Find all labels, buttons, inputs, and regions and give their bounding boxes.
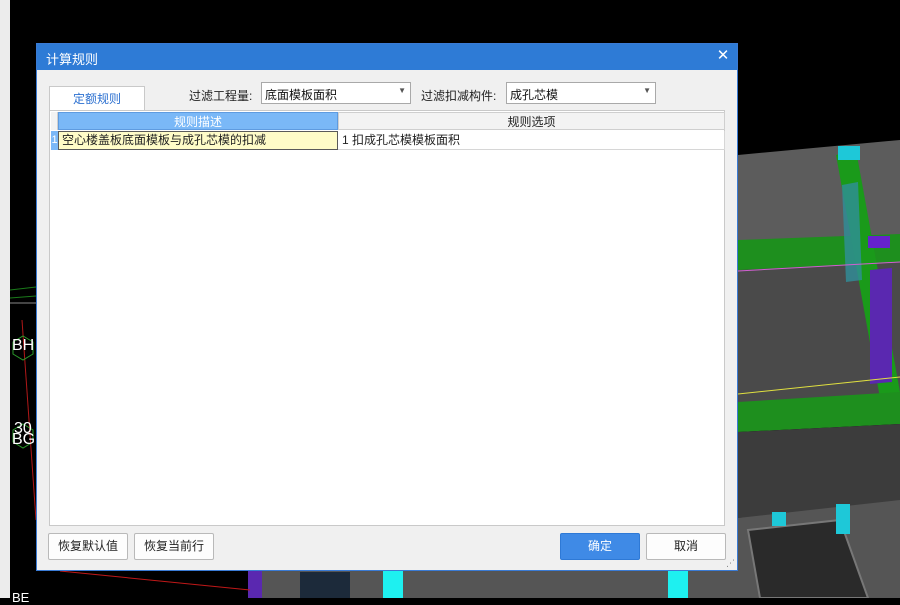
filter-component-value: 成孔芯模 [510,88,559,102]
row-number[interactable]: 1 [51,131,58,150]
bg-label-bg: BG [12,431,36,448]
dialog-title: 计算规则 [46,52,99,67]
column-header-description[interactable]: 规则描述 [58,112,338,130]
restore-default-button[interactable]: 恢复默认值 [48,533,128,560]
chevron-down-icon: ▼ [398,86,406,95]
filter-quantity-label: 过滤工程量: [189,89,253,103]
resize-grip-icon[interactable]: ⋰ [726,558,735,569]
filter-component-select[interactable]: 成孔芯模 ▼ [506,82,656,104]
chevron-down-icon: ▼ [643,86,651,95]
filter-quantity-select[interactable]: 底面模板面积 ▼ [261,82,411,104]
filter-component-label: 过滤扣减构件: [421,89,497,103]
rule-description-cell[interactable]: 空心楼盖板底面模板与成孔芯模的扣减 [58,131,338,150]
grid-corner [51,112,58,130]
rules-grid: 规则描述 规则选项 1 空心楼盖板底面模板与成孔芯模的扣减 1 扣成孔芯模模板面… [49,110,725,526]
bg-label-bh: BH [12,337,35,354]
ok-button[interactable]: 确定 [560,533,640,560]
cancel-button[interactable]: 取消 [646,533,726,560]
restore-current-row-button[interactable]: 恢复当前行 [134,533,214,560]
tab-quota-rules[interactable]: 定额规则 [49,86,145,111]
calc-rules-dialog: 计算规则 ✕ 定额规则 过滤工程量: 底面模板面积 ▼ 过滤扣减构件: 成孔芯模… [36,43,738,571]
column-header-option[interactable]: 规则选项 [338,112,725,130]
dialog-titlebar[interactable]: 计算规则 ✕ [37,44,737,70]
rule-option-cell[interactable]: 1 扣成孔芯模模板面积 [338,131,725,150]
filter-quantity-value: 底面模板面积 [265,88,338,102]
close-icon[interactable]: ✕ [715,47,731,65]
